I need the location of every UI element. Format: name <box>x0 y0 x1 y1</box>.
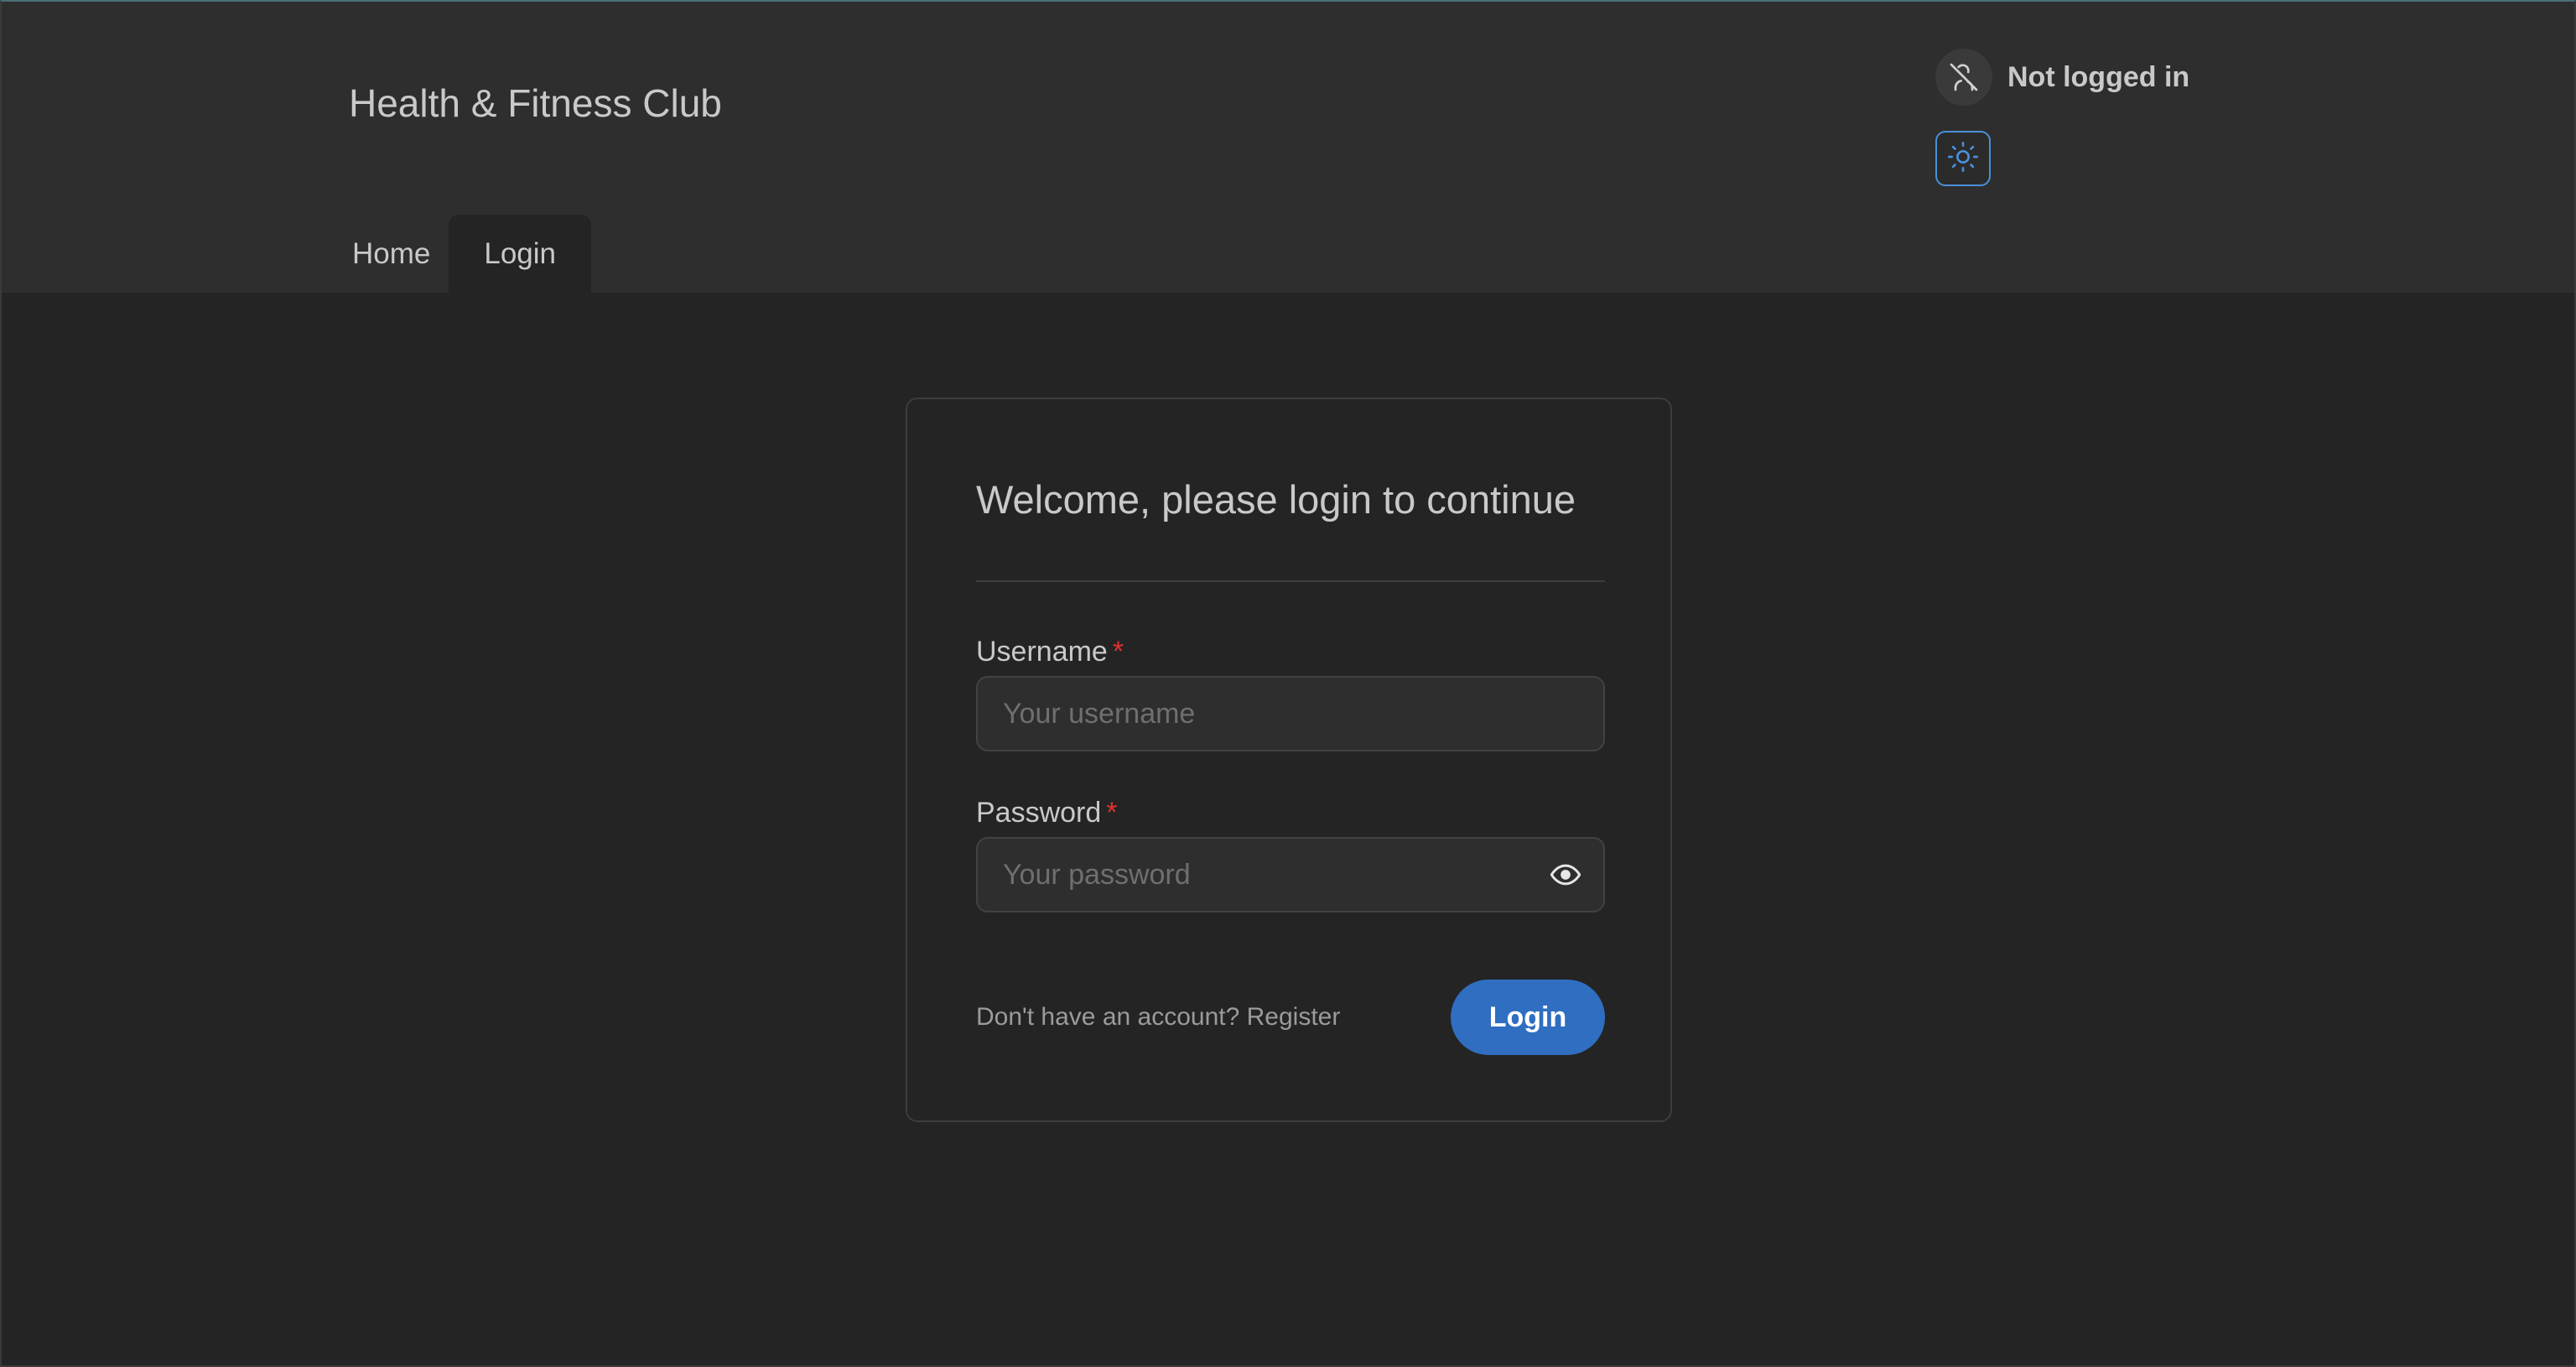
username-label-text: Username <box>976 636 1108 668</box>
password-label-text: Password <box>976 797 1102 829</box>
theme-toggle-button[interactable] <box>1935 131 1991 186</box>
login-title: Welcome, please login to continue <box>976 477 1576 522</box>
register-link[interactable]: Don't have an account? Register <box>976 1005 1340 1030</box>
tab-login[interactable]: Login <box>449 215 592 293</box>
user-status-area: Not logged in <box>1935 49 2189 106</box>
nav-tabs: Home Login <box>334 215 592 293</box>
app-window: Health & Fitness Club Not logged in Home… <box>0 0 2576 1367</box>
password-input[interactable] <box>978 839 1603 911</box>
login-card: Welcome, please login to continue Userna… <box>906 398 1672 1122</box>
login-button[interactable]: Login <box>1451 980 1605 1055</box>
header: Health & Fitness Club Not logged in Home… <box>2 2 2574 293</box>
password-visibility-toggle[interactable] <box>1546 857 1585 896</box>
username-label: Username * <box>976 637 1124 666</box>
username-input[interactable] <box>978 678 1603 750</box>
username-field-wrapper <box>976 676 1605 751</box>
app-title: Health & Fitness Club <box>349 81 722 125</box>
divider <box>976 580 1605 582</box>
password-field-wrapper <box>976 837 1605 912</box>
eye-icon <box>1549 858 1582 896</box>
required-marker: * <box>1106 797 1118 829</box>
sun-icon <box>1946 140 1980 178</box>
password-label: Password * <box>976 798 1118 827</box>
user-status-text: Not logged in <box>2007 60 2190 93</box>
tab-home[interactable]: Home <box>334 215 449 293</box>
required-marker: * <box>1112 636 1124 668</box>
user-off-icon <box>1935 49 1992 106</box>
